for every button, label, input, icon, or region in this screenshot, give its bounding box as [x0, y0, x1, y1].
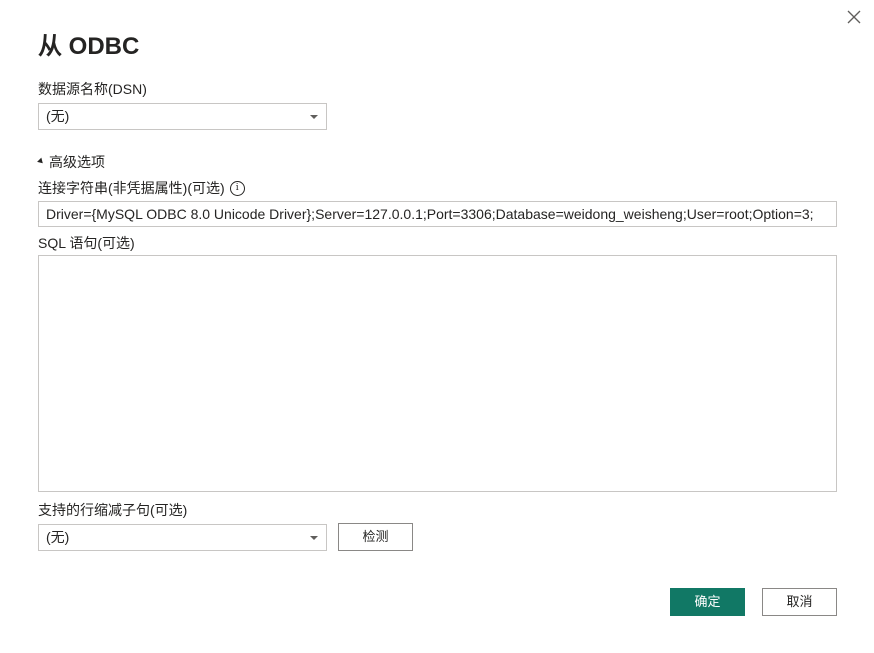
connection-string-input[interactable] [38, 201, 837, 227]
chevron-down-icon [310, 115, 318, 119]
chevron-down-icon [310, 536, 318, 540]
dsn-dropdown[interactable]: (无) [38, 103, 327, 130]
ok-button[interactable]: 确定 [670, 588, 745, 616]
info-icon[interactable]: i [229, 180, 245, 196]
row-reduction-selected-value: (无) [46, 529, 70, 545]
connection-string-label: 连接字符串(非凭据属性)(可选) [38, 180, 225, 196]
sql-statement-label: SQL 语句(可选) [38, 235, 135, 251]
dsn-selected-value: (无) [46, 108, 70, 124]
advanced-options-toggle[interactable]: 高级选项 [37, 152, 105, 172]
row-reduction-label: 支持的行缩减子句(可选) [38, 502, 188, 518]
close-icon [847, 10, 861, 24]
dialog-title: 从 ODBC [38, 33, 140, 60]
close-button[interactable] [844, 7, 864, 27]
cancel-button[interactable]: 取消 [762, 588, 837, 616]
dsn-label: 数据源名称(DSN) [38, 81, 147, 97]
connection-string-label-row: 连接字符串(非凭据属性)(可选) i [38, 178, 245, 198]
sql-statement-textarea[interactable] [38, 255, 837, 492]
detect-button[interactable]: 检测 [338, 523, 413, 551]
advanced-options-label: 高级选项 [49, 154, 105, 170]
row-reduction-dropdown[interactable]: (无) [38, 524, 327, 551]
expanded-triangle-icon [37, 157, 45, 166]
